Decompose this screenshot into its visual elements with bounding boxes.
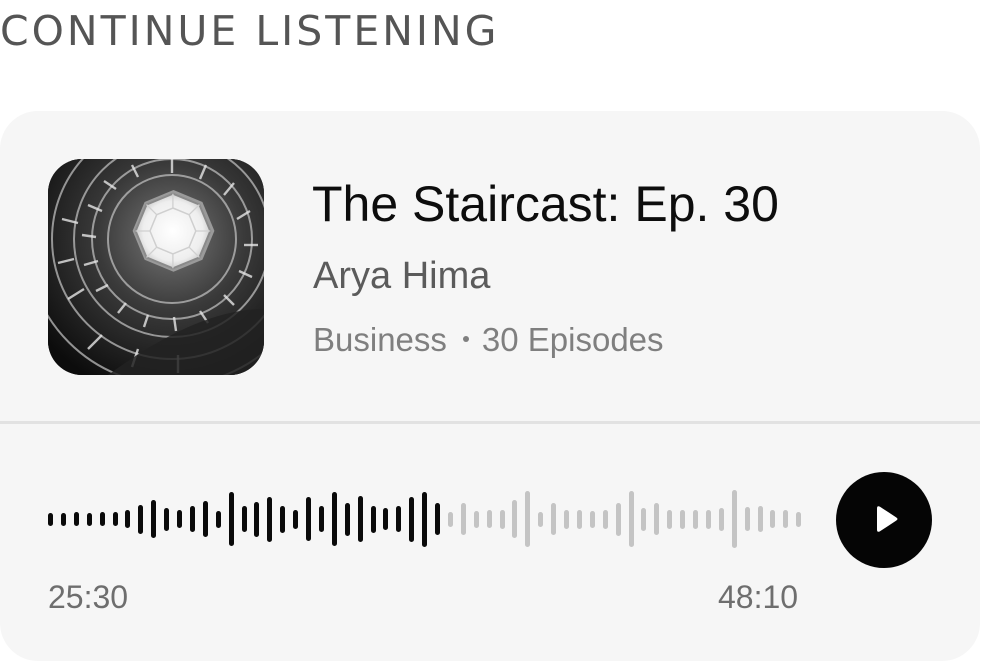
continue-listening-card[interactable]: The Staircast: Ep. 30 Arya Hima Business… (0, 111, 980, 661)
waveform-bar-unplayed (745, 507, 750, 531)
waveform-bar-unplayed (500, 510, 505, 529)
waveform-bar-unplayed (783, 510, 788, 528)
waveform-bar-played (125, 510, 130, 528)
waveform-bar-played (383, 508, 388, 530)
waveform-bar-played (409, 497, 414, 542)
waveform-bar-played (319, 506, 324, 532)
waveform-bar-played (61, 513, 66, 526)
waveform-bar-played (280, 506, 285, 533)
waveform-bar-played (74, 512, 79, 526)
play-button[interactable] (836, 472, 932, 568)
waveform-bar-played (422, 492, 427, 547)
waveform-bar-unplayed (487, 510, 492, 528)
waveform-bar-unplayed (448, 512, 453, 527)
waveform-bar-unplayed (538, 512, 543, 527)
waveform-bar-played (190, 506, 195, 532)
waveform-bar-unplayed (551, 503, 556, 535)
waveform-bar-unplayed (680, 510, 685, 529)
waveform-bar-played (254, 502, 259, 537)
section-heading: CONTINUE LISTENING (0, 7, 500, 55)
waveform-bar-unplayed (732, 490, 737, 548)
separator-dot (462, 336, 469, 343)
waveform-bar-unplayed (525, 491, 530, 547)
waveform-bar-unplayed (474, 511, 479, 528)
waveform-bar-unplayed (616, 503, 621, 536)
waveform-bar-unplayed (693, 510, 698, 529)
waveform-bar-unplayed (706, 510, 711, 529)
waveform-bar-played (332, 492, 337, 546)
waveform-bar-played (177, 510, 182, 528)
waveform-bar-unplayed (796, 512, 801, 527)
waveform-bar-played (267, 497, 272, 542)
episode-author[interactable]: Arya Hima (313, 254, 490, 298)
waveform-bar-unplayed (564, 510, 569, 529)
waveform-bar-played (345, 503, 350, 536)
episode-title[interactable]: The Staircast: Ep. 30 (312, 174, 779, 234)
waveform-bar-unplayed (667, 510, 672, 529)
waveform-bar-played (371, 506, 376, 533)
waveform-bar-unplayed (758, 506, 763, 532)
waveform-bar-played (293, 510, 298, 529)
waveform-bar-played (435, 503, 440, 535)
waveform-bar-unplayed (512, 500, 517, 538)
waveform-bar-unplayed (654, 503, 659, 535)
waveform-bar-played (396, 506, 401, 532)
waveform-bar-played (100, 512, 105, 526)
waveform-bar-played (48, 513, 53, 526)
waveform-bar-played (358, 496, 363, 542)
waveform-bar-played (203, 501, 208, 537)
waveform-bar-played (151, 500, 156, 538)
card-divider (0, 421, 980, 424)
waveform-bar-played (306, 497, 311, 541)
waveform-bar-unplayed (641, 508, 646, 531)
waveform-bar-unplayed (461, 503, 466, 535)
waveform-bar-played (138, 505, 143, 534)
waveform-bar-played (113, 512, 118, 526)
waveform-bar-unplayed (629, 491, 634, 547)
waveform-bar-played (229, 492, 234, 546)
spiral-staircase-artwork (48, 159, 264, 375)
waveform-bar-unplayed (770, 510, 775, 528)
waveform-bar-played (216, 511, 221, 528)
audio-waveform-scrubber[interactable] (48, 487, 808, 551)
waveform-bar-played (87, 513, 92, 526)
waveform-bar-unplayed (603, 510, 608, 529)
total-time: 48:10 (718, 579, 799, 615)
waveform-bar-unplayed (577, 510, 582, 529)
current-time: 25:30 (48, 579, 129, 615)
episode-count: 30 Episodes (481, 321, 664, 358)
waveform-bar-played (164, 508, 169, 531)
waveform-bar-unplayed (590, 511, 595, 528)
podcast-artwork[interactable] (48, 159, 264, 375)
waveform-bar-played (242, 506, 247, 532)
waveform-bar-unplayed (719, 508, 724, 531)
episode-meta: Business 30 Episodes (313, 320, 664, 360)
play-icon (877, 506, 898, 532)
episode-category: Business (313, 321, 447, 358)
